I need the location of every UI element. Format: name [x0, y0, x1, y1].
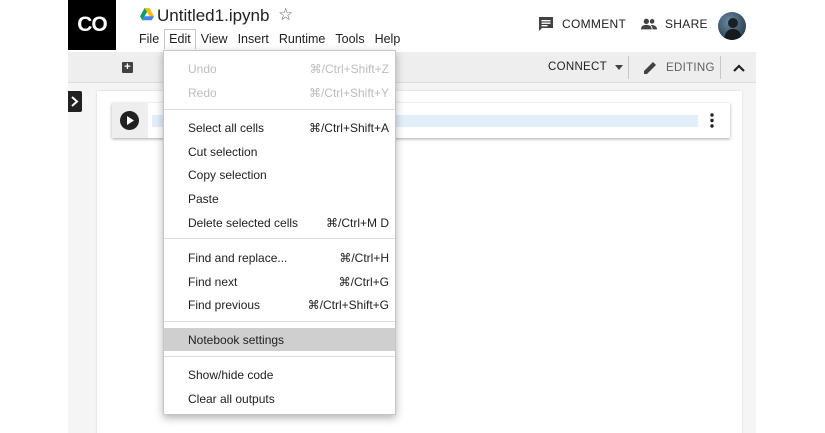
- menu-item-label: Notebook settings: [188, 333, 285, 347]
- menu-item-shortcut: ⌘/Ctrl+H: [339, 251, 389, 265]
- menu-item-find-and-replace[interactable]: Find and replace... ⌘/Ctrl+H: [164, 246, 395, 269]
- comment-icon: [539, 17, 553, 31]
- menu-insert[interactable]: Insert: [233, 29, 274, 49]
- user-avatar[interactable]: [718, 12, 746, 40]
- menu-item-copy-selection[interactable]: Copy selection: [164, 163, 395, 186]
- menu-help[interactable]: Help: [370, 29, 406, 49]
- menu-item-delete-selected-cells[interactable]: Delete selected cells ⌘/Ctrl+M D: [164, 211, 395, 234]
- comment-label: COMMENT: [562, 17, 627, 31]
- editing-mode-button[interactable]: EDITING: [642, 60, 715, 76]
- menu-runtime[interactable]: Runtime: [274, 29, 331, 49]
- share-label: SHARE: [665, 17, 708, 31]
- menu-item-label: Copy selection: [188, 168, 267, 182]
- editing-label: EDITING: [666, 62, 715, 74]
- menu-item-shortcut: ⌘/Ctrl+G: [338, 275, 389, 289]
- connect-label: CONNECT: [548, 61, 607, 73]
- menu-item-shortcut: ⌘/Ctrl+Shift+A: [308, 121, 389, 135]
- sidebar-toggle[interactable]: [68, 91, 82, 112]
- menu-item-label: Cut selection: [188, 145, 258, 159]
- menu-item-shortcut: ⌘/Ctrl+Shift+Y: [308, 86, 389, 100]
- avatar-image: [724, 18, 742, 40]
- menu-item-shortcut: ⌘/Ctrl+Shift+G: [307, 298, 389, 312]
- edit-menu-dropdown: Undo ⌘/Ctrl+Shift+Z Redo ⌘/Ctrl+Shift+Y …: [163, 50, 396, 415]
- menu-item-paste[interactable]: Paste: [164, 187, 395, 210]
- header: CO Untitled1.ipynb ☆ File Edit View Inse…: [68, 0, 756, 52]
- people-icon: [641, 18, 657, 30]
- run-cell-button[interactable]: [120, 111, 139, 130]
- menu-item-label: Find and replace...: [188, 251, 288, 265]
- menu-item-cut-selection[interactable]: Cut selection: [164, 140, 395, 163]
- chevron-up-icon[interactable]: [732, 61, 746, 75]
- menu-item-shortcut: ⌘/Ctrl+Shift+Z: [309, 62, 389, 76]
- menu-item-label: Show/hide code: [188, 368, 274, 382]
- connect-button[interactable]: CONNECT: [548, 61, 623, 73]
- menu-item-label: Redo: [188, 86, 217, 100]
- google-drive-icon[interactable]: [140, 8, 154, 21]
- menu-item-select-all-cells[interactable]: Select all cells ⌘/Ctrl+Shift+A: [164, 116, 395, 139]
- add-cell-icon[interactable]: +: [122, 62, 133, 73]
- menu-view[interactable]: View: [196, 29, 233, 49]
- menu-separator: [164, 356, 395, 357]
- menu-item-find-next[interactable]: Find next ⌘/Ctrl+G: [164, 270, 395, 293]
- menu-bar: File Edit View Insert Runtime Tools Help: [134, 29, 405, 49]
- menu-item-clear-all-outputs[interactable]: Clear all outputs: [164, 387, 395, 410]
- notebook-title[interactable]: Untitled1.ipynb: [157, 6, 269, 26]
- menu-item-label: Delete selected cells: [188, 216, 299, 230]
- menu-item-find-previous[interactable]: Find previous ⌘/Ctrl+Shift+G: [164, 293, 395, 316]
- colab-logo[interactable]: CO: [68, 0, 116, 50]
- menu-item-label: Undo: [188, 62, 217, 76]
- menu-separator: [164, 321, 395, 322]
- menu-item-label: Clear all outputs: [188, 392, 275, 406]
- share-button[interactable]: SHARE: [641, 16, 708, 32]
- pencil-icon: [644, 62, 656, 74]
- menu-item-notebook-settings[interactable]: Notebook settings: [164, 328, 395, 351]
- menu-item-label: Find next: [188, 275, 238, 289]
- comment-button[interactable]: COMMENT: [538, 16, 626, 32]
- chevron-right-icon: [71, 96, 79, 107]
- caret-down-icon: [614, 64, 623, 70]
- cell-gutter: [112, 103, 148, 138]
- menu-edit[interactable]: Edit: [164, 29, 196, 49]
- menu-item-shortcut: ⌘/Ctrl+M D: [326, 216, 389, 230]
- menu-separator: [164, 238, 395, 239]
- menu-item-redo[interactable]: Redo ⌘/Ctrl+Shift+Y: [164, 81, 395, 104]
- more-vert-icon[interactable]: [710, 113, 714, 128]
- play-icon: [127, 116, 134, 125]
- menu-item-label: Select all cells: [188, 121, 265, 135]
- star-icon[interactable]: ☆: [278, 5, 293, 25]
- toolbar-divider: [720, 56, 721, 79]
- menu-item-label: Paste: [188, 192, 219, 206]
- menu-separator: [164, 109, 395, 110]
- menu-file[interactable]: File: [134, 29, 164, 49]
- menu-tools[interactable]: Tools: [330, 29, 369, 49]
- menu-item-undo[interactable]: Undo ⌘/Ctrl+Shift+Z: [164, 57, 395, 80]
- toolbar-divider: [628, 56, 629, 79]
- menu-item-show-hide-code[interactable]: Show/hide code: [164, 363, 395, 386]
- menu-item-label: Find previous: [188, 298, 261, 312]
